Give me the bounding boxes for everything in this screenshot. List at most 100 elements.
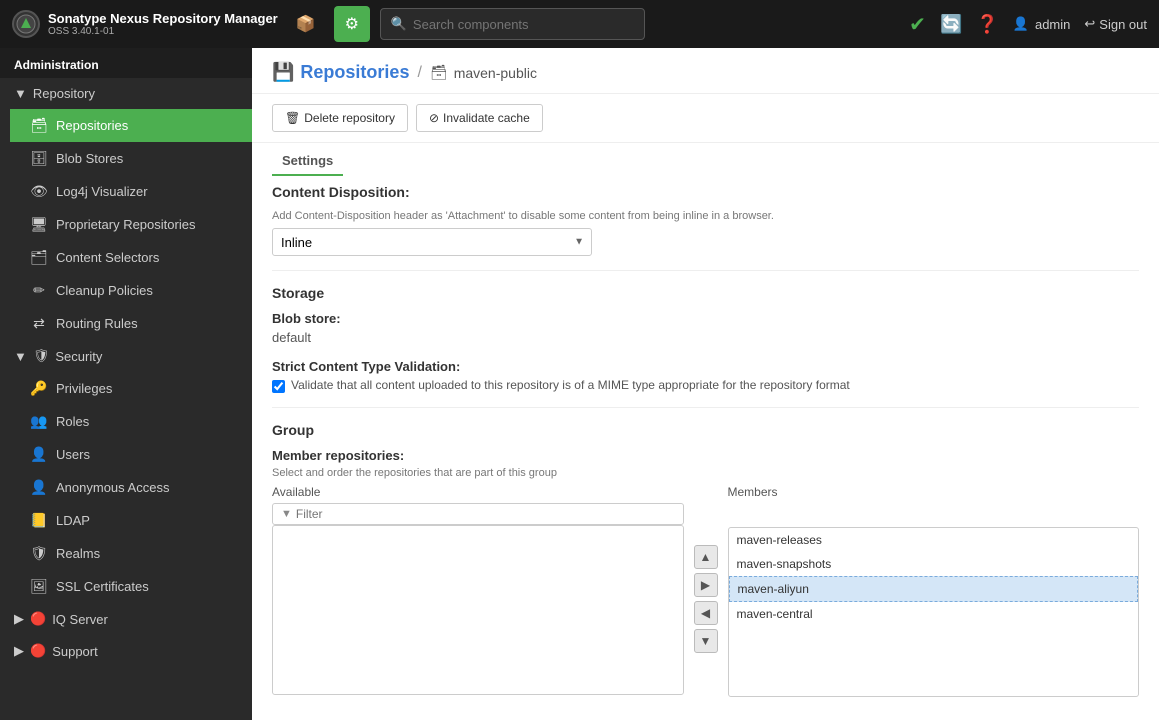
realms-icon: 🛡 [30,545,48,562]
support-group-label: Support [52,644,98,659]
sidebar-item-ssl-label: SSL Certificates [56,579,149,594]
user-icon: 👤 [1013,16,1029,32]
content-disposition-group: Content Disposition: Add Content-Disposi… [272,184,1139,256]
content-selectors-icon: 🗂 [30,249,48,266]
sidebar-item-anonymous-label: Anonymous Access [56,480,169,495]
main-content: 💾 Repositories / 🗃 maven-public 🗑 Delete… [252,48,1159,720]
search-input[interactable] [413,17,635,32]
member-item-maven-central[interactable]: maven-central [729,602,1139,626]
member-label: Member repositories: [272,448,1139,463]
sidebar-item-ldap[interactable]: 📒 LDAP [10,504,252,537]
user-menu[interactable]: 👤 admin [1013,16,1071,32]
delete-label: Delete repository [304,111,395,125]
sidebar-item-repositories[interactable]: 🗃 Repositories [10,109,252,142]
repositories-icon: 🗃 [30,117,48,134]
sidebar-item-privileges[interactable]: 🔑 Privileges [10,372,252,405]
log4j-icon: 👁 [30,183,48,200]
sidebar-item-blob-stores[interactable]: 🗄 Blob Stores [10,142,252,175]
users-icon: 👤 [30,446,48,463]
move-to-available-button[interactable]: ◀ [694,601,718,625]
move-to-members-button[interactable]: ▶ [694,573,718,597]
content-disposition-label: Content Disposition: [272,184,1139,200]
sidebar-item-proprietary-label: Proprietary Repositories [56,217,195,232]
invalidate-cache-button[interactable]: ⊘ Invalidate cache [416,104,543,132]
members-list-container: Members maven-releases maven-snapshots m… [728,485,1140,697]
trash-icon: 🗑 [285,111,300,125]
help-btn[interactable]: ❓ [976,14,998,35]
content-disposition-select[interactable]: Inline Attachment [272,228,592,256]
sidebar-item-content-selectors[interactable]: 🗂 Content Selectors [10,241,252,274]
roles-icon: 👥 [30,413,48,430]
sidebar-item-cleanup-policies[interactable]: ✏ Cleanup Policies [10,274,252,307]
sidebar-group-iq[interactable]: ▶ 🔴 IQ Server [0,603,252,635]
support-group-icon: 🔴 [30,643,46,659]
member-item-maven-aliyun[interactable]: maven-aliyun [729,576,1139,602]
breadcrumb-separator: / [417,64,421,82]
repository-sub-items: 🗃 Repositories 🗄 Blob Stores 👁 Log4j Vis… [0,109,252,340]
sidebar-item-privileges-label: Privileges [56,381,112,396]
brand: Sonatype Nexus Repository Manager OSS 3.… [12,10,278,38]
ldap-icon: 📒 [30,512,48,529]
sign-out-label: Sign out [1099,17,1147,32]
toolbar: 🗑 Delete repository ⊘ Invalidate cache [252,94,1159,143]
sidebar-item-roles-label: Roles [56,414,89,429]
storage-section-label: Storage [272,285,1139,301]
sidebar-item-content-selectors-label: Content Selectors [56,250,159,265]
sidebar-item-proprietary[interactable]: 🖥 Proprietary Repositories [10,208,252,241]
sidebar-item-log4j[interactable]: 👁 Log4j Visualizer [10,175,252,208]
sidebar-item-users[interactable]: 👤 Users [10,438,252,471]
breadcrumb: 💾 Repositories / 🗃 maven-public [252,48,1159,94]
maven-public-icon: 🗃 [430,64,448,81]
member-item-maven-releases[interactable]: maven-releases [729,528,1139,552]
sidebar: Administration ▼ Repository 🗃 Repositori… [0,48,252,720]
strict-checkbox[interactable] [272,380,285,393]
move-to-members-top-button[interactable]: ▲ [694,545,718,569]
group-section-label: Group [272,422,1139,438]
form-body: Content Disposition: Add Content-Disposi… [252,168,1159,720]
sidebar-item-anonymous-access[interactable]: 👤 Anonymous Access [10,471,252,504]
refresh-btn[interactable]: 🔄 [940,14,962,35]
sidebar-item-cleanup-label: Cleanup Policies [56,283,153,298]
search-icon: 🔍 [391,16,407,32]
sidebar-group-support[interactable]: ▶ 🔴 Support [0,635,252,667]
breadcrumb-current-label: maven-public [454,65,537,81]
sidebar-group-security[interactable]: ▼ 🛡 Security [0,340,252,372]
delete-repository-button[interactable]: 🗑 Delete repository [272,104,408,132]
layout: Administration ▼ Repository 🗃 Repositori… [0,48,1159,720]
iq-group-icon: 🔴 [30,611,46,627]
invalidate-label: Invalidate cache [443,111,530,125]
strict-checkbox-row: Validate that all content uploaded to th… [272,378,1139,393]
packages-icon-btn[interactable]: 📦 [288,6,324,42]
sidebar-item-routing-rules[interactable]: ⇄ Routing Rules [10,307,252,340]
settings-icon-btn[interactable]: ⚙ [334,6,370,42]
available-list[interactable] [272,525,684,695]
sign-out-btn[interactable]: ↩ Sign out [1084,16,1147,32]
user-label: admin [1035,17,1070,32]
ssl-icon: 🖼 [30,578,48,595]
member-item-maven-snapshots[interactable]: maven-snapshots [729,552,1139,576]
repositories-bc-icon: 💾 [272,62,294,83]
sidebar-section-administration: Administration [0,48,252,78]
search-bar: 🔍 [380,8,646,40]
available-list-container: Available ▼ [272,485,684,695]
navbar-right: ✔ 🔄 ❓ 👤 admin ↩ Sign out [909,12,1147,37]
repository-group-label: Repository [33,86,95,101]
sidebar-item-roles[interactable]: 👥 Roles [10,405,252,438]
sidebar-item-realms[interactable]: 🛡 Realms [10,537,252,570]
filter-input[interactable] [296,507,675,521]
group-section: Group Member repositories: Select and or… [272,407,1139,697]
member-desc: Select and order the repositories that a… [272,467,1139,479]
filter-box: ▼ [272,503,684,525]
brand-logo [12,10,40,38]
member-repos-group: Member repositories: Select and order th… [272,448,1139,697]
tab-settings[interactable]: Settings [272,147,343,176]
strict-desc: Validate that all content uploaded to th… [291,378,850,392]
sidebar-item-ssl[interactable]: 🖼 SSL Certificates [10,570,252,603]
move-to-members-bottom-button[interactable]: ▼ [694,629,718,653]
breadcrumb-parent[interactable]: 💾 Repositories [272,62,409,83]
content-disposition-select-wrap: Inline Attachment ▼ [272,228,592,256]
sidebar-group-repository[interactable]: ▼ Repository [0,78,252,109]
strict-label: Strict Content Type Validation: [272,359,1139,374]
breadcrumb-parent-label: Repositories [300,62,409,83]
settings-tab: Settings [252,143,1159,168]
